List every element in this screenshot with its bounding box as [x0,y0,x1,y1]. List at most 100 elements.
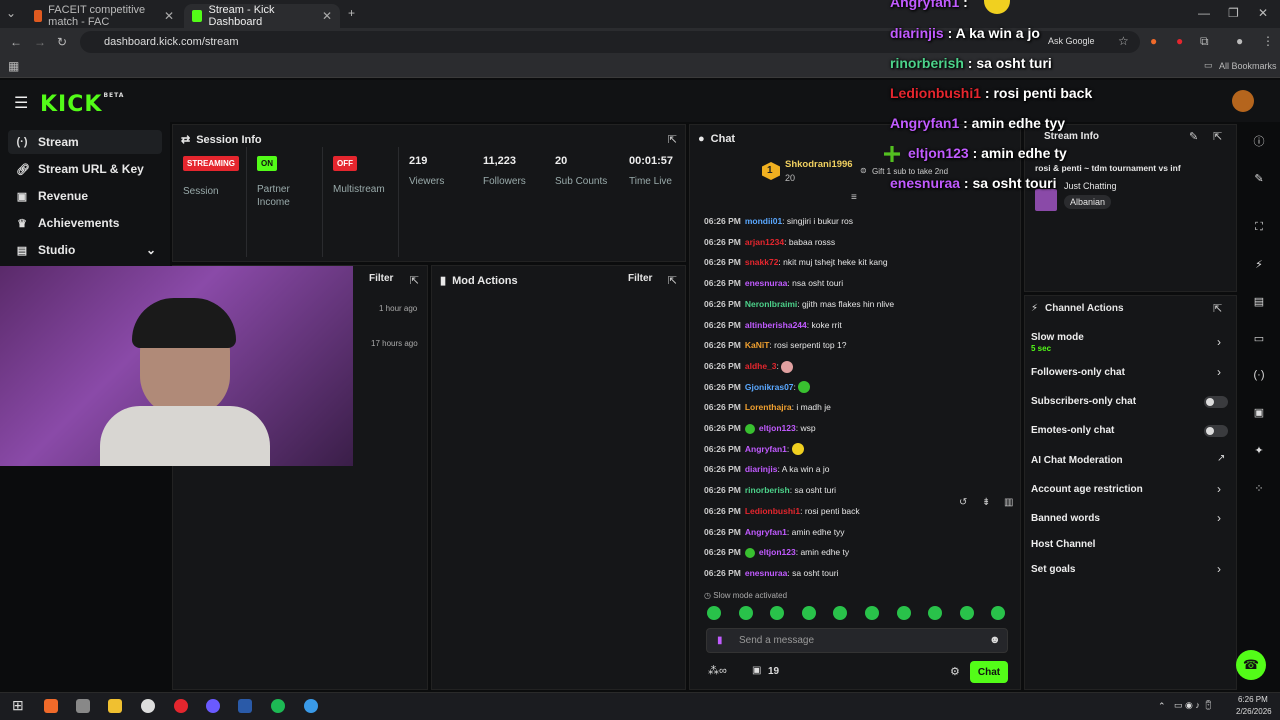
chat-message[interactable]: 06:26 PM Angryfan1: amin edhe tyy [704,525,845,539]
ask-google-button[interactable]: Ask Google [1048,36,1095,46]
brave-icon[interactable] [44,699,58,713]
tab-kick-dashboard[interactable]: Stream - Kick Dashboard ✕ [184,4,340,28]
message-username[interactable]: snakk72 [745,257,779,267]
steam-icon[interactable] [238,699,252,713]
chat-message[interactable]: 06:26 PM diarinjis: A ka win a jo [704,462,829,476]
forward-icon[interactable]: → [34,35,46,49]
tray-chevron-icon[interactable]: ⌃ [1158,701,1166,712]
emoji-icon[interactable]: ☻ [989,634,1001,646]
chrome-icon[interactable] [174,699,188,713]
chevron-right-icon[interactable]: › [1217,562,1221,576]
emotes-only-action[interactable]: Emotes-only chat [1031,425,1114,436]
close-icon[interactable]: ✕ [164,9,174,23]
message-username[interactable]: Angryfan1 [745,527,787,537]
chat-message[interactable]: 06:26 PM KaNiT: rosi serpenti top 1? [704,338,846,352]
back-icon[interactable]: ← [10,35,22,49]
broadcast-icon[interactable]: (·) [1247,363,1271,387]
emote-icon[interactable] [896,606,911,620]
help-chat-icon[interactable]: ☎ [1236,650,1266,680]
chat-message[interactable]: 06:26 PM Ledionbushi1: rosi penti back [704,504,860,518]
message-username[interactable]: enesnuraa [745,278,788,288]
apps-icon[interactable]: ⁘ [1247,476,1271,500]
file-explorer-icon[interactable] [108,699,122,713]
followers-only-action[interactable]: Followers-only chat [1031,367,1125,378]
account-age-action[interactable]: Account age restriction [1031,484,1143,495]
sidebar-item-stream-url-key[interactable]: 🔗︎ Stream URL & Key [8,157,162,181]
sidebar-item-achievements[interactable]: ♛ Achievements [8,211,162,235]
chat-message[interactable]: 06:26 PM aldhe_3: [704,359,794,373]
hamburger-menu-icon[interactable]: ☰ [14,93,28,113]
tray-icons[interactable]: ▭ ◉ ♪ 🔋︎ [1174,700,1214,711]
tab-faceit[interactable]: FACEIT competitive match - FAC ✕ [26,4,182,28]
star-icon[interactable]: ☆ [1118,34,1129,48]
message-username[interactable]: arjan1234 [745,237,784,247]
mic-icon[interactable]: ▮ [717,635,723,646]
chat-message[interactable]: 06:26 PM altinberisha244: koke rrit [704,318,842,332]
ai-moderation-action[interactable]: AI Chat Moderation [1031,455,1123,466]
all-bookmarks-link[interactable]: All Bookmarks [1219,61,1277,71]
message-username[interactable]: KaNiT [745,340,770,350]
chat-message[interactable]: 06:26 PM enesnuraa: sa osht touri [704,566,838,580]
reload-icon[interactable]: ↻ [57,35,67,49]
brave-shield-icon[interactable]: ● [1150,34,1157,48]
emotes-only-toggle[interactable] [1204,425,1228,437]
chat-message[interactable]: 06:26 PM Angryfan1: [704,442,804,456]
message-username[interactable]: mondii01 [745,216,782,226]
chat-message[interactable]: 06:26 PM Gjonikras07: [704,380,811,394]
message-username[interactable]: Neronlbraimi [745,299,797,309]
sidebar-item-stream[interactable]: (·) Stream [8,130,162,154]
spotify-icon[interactable] [271,699,285,713]
chat-message[interactable]: 06:26 PM arjan1234: babaa rosss [704,235,835,249]
emote-icon[interactable] [738,606,753,620]
tool-icon[interactable] [76,699,90,713]
sidebar-item-studio[interactable]: ▤ Studio ⌄ [8,238,162,262]
filter-button[interactable]: Filter [369,273,393,284]
popout-icon[interactable]: ⇱ [1213,130,1222,143]
clipboard-icon[interactable]: ▤ [1247,289,1271,313]
apps-grid-icon[interactable]: ▦ [8,59,19,73]
popout-icon[interactable]: ⇱ [1213,302,1222,315]
puzzle-icon[interactable]: ⧉ [1200,34,1209,49]
external-link-icon[interactable]: ↗ [1217,453,1225,464]
new-tab-icon[interactable]: + [348,6,355,20]
message-username[interactable]: Lorenthajra [745,402,792,412]
message-username[interactable]: enesnuraa [745,568,788,578]
popout-icon[interactable]: ⇱ [668,274,677,287]
window-close-icon[interactable]: ✕ [1258,6,1268,20]
profile-icon[interactable]: ● [1236,34,1243,48]
info-icon[interactable]: ⓘ [1247,129,1271,153]
top-gifter-name[interactable]: Shkodrani1996 [785,159,853,170]
sidebar-item-revenue[interactable]: ▣ Revenue [8,184,162,208]
chat-message[interactable]: 06:26 PM mondii01: singjiri i bukur ros [704,214,853,228]
chat-message[interactable]: 06:26 PM eltjon123: amin edhe ty [704,545,849,559]
chat-message[interactable]: 06:26 PM rinorberish: sa osht turi [704,483,836,497]
restore-icon[interactable]: ❐ [1228,6,1239,20]
message-username[interactable]: altinberisha244 [745,320,807,330]
pencil-icon[interactable]: ✎ [1247,166,1271,190]
message-icon[interactable]: ▭ [1247,326,1271,350]
subscribers-only-action[interactable]: Subscribers-only chat [1031,396,1136,407]
fullscreen-icon[interactable]: ⛶ [1247,215,1271,239]
browser-icon[interactable] [304,699,318,713]
lightning-icon[interactable]: ⚡︎ [1247,252,1271,276]
kick-logo[interactable]: KICKBETA [40,92,124,117]
menu-dots-icon[interactable]: ⋮ [1262,34,1274,48]
host-channel-action[interactable]: Host Channel [1031,539,1095,550]
close-icon[interactable]: ✕ [322,9,332,23]
message-username[interactable]: diarinjis [745,464,778,474]
message-username[interactable]: eltjon123 [759,547,796,557]
edit-icon[interactable]: ✎ [1189,130,1198,143]
message-username[interactable]: eltjon123 [759,423,796,433]
filter-button[interactable]: Filter [628,273,652,284]
tag-chip[interactable]: Albanian [1064,195,1112,209]
emote-icon[interactable] [959,606,974,620]
emote-icon[interactable] [801,606,816,620]
banned-words-action[interactable]: Banned words [1031,513,1100,524]
chat-message[interactable]: 06:26 PM Lorenthajra: i madh je [704,400,831,414]
chat-settings-icon[interactable]: ⚙ [950,665,960,678]
chat-message[interactable]: 06:26 PM eltjon123: wsp [704,421,816,435]
chevron-right-icon[interactable]: › [1217,482,1221,496]
message-username[interactable]: Angryfan1 [745,444,787,454]
discord-icon[interactable] [206,699,220,713]
extension-icon[interactable]: ● [1176,34,1183,48]
